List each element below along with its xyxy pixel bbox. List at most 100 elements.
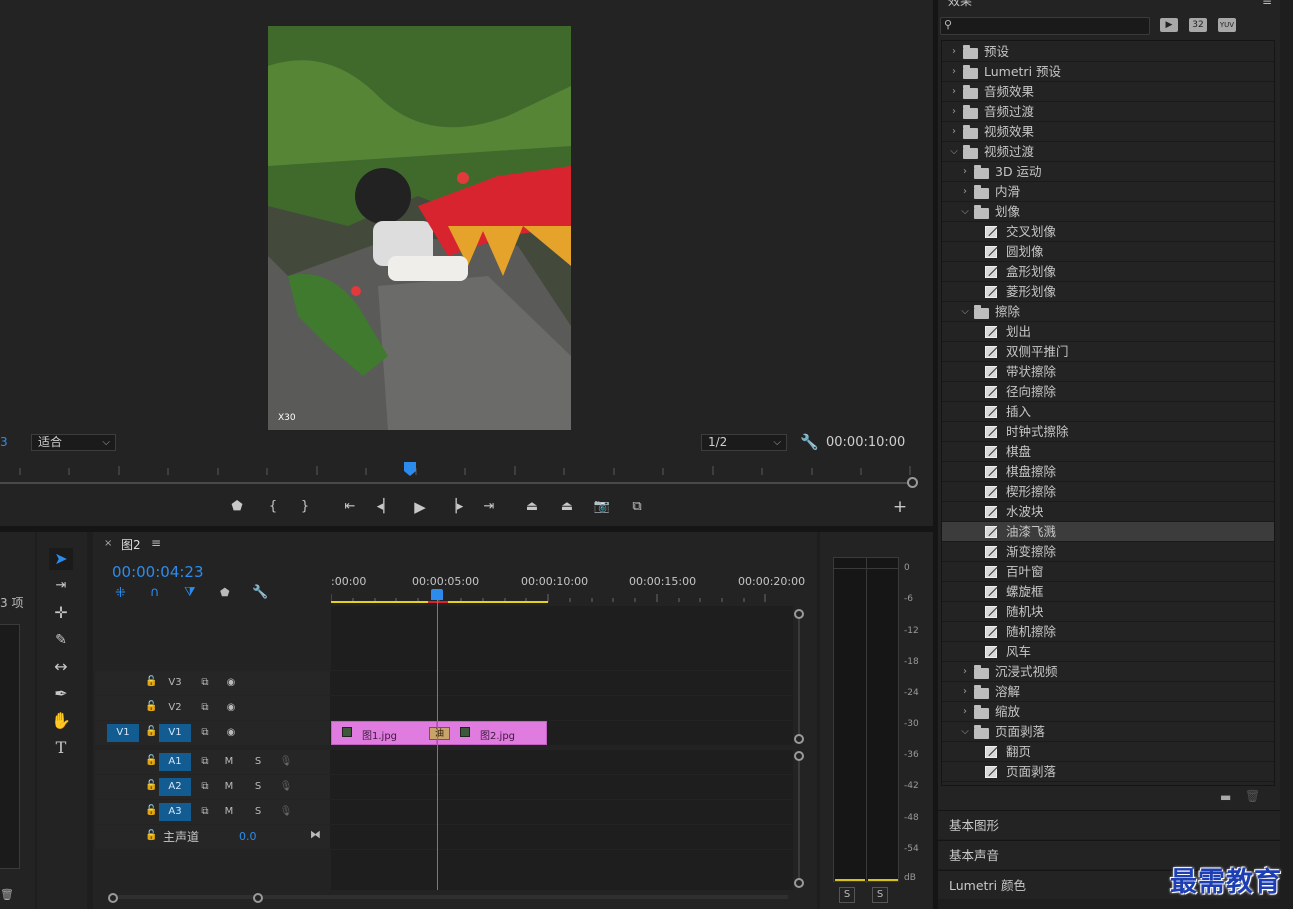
solo-right-button[interactable]: S — [872, 887, 888, 903]
effect-folder[interactable]: › 缩放 — [942, 702, 1274, 722]
step-forward-icon[interactable]: ▕▸ — [445, 497, 465, 517]
chevron-right-icon[interactable]: › — [960, 162, 970, 182]
wrench-settings-icon[interactable]: 🔧 — [800, 433, 819, 451]
lift-icon[interactable]: ⏏ — [522, 497, 542, 517]
lock-icon[interactable]: 🔓 — [145, 701, 157, 712]
source-patch-v1[interactable]: V1 — [107, 724, 139, 742]
slip-tool-icon[interactable]: ↔ — [49, 656, 73, 678]
sync-lock-icon[interactable]: ⧉ — [195, 674, 215, 692]
chevron-right-icon[interactable]: › — [949, 62, 959, 82]
scroll-handle-right[interactable] — [253, 893, 263, 903]
chevron-right-icon[interactable]: › — [960, 682, 970, 702]
razor-tool-icon[interactable]: ✎ — [49, 629, 73, 651]
panel-menu-icon[interactable]: ≡ — [1262, 0, 1272, 8]
monitor-scrub-bar[interactable] — [0, 482, 913, 484]
go-to-end-icon[interactable]: ⧓ — [310, 828, 321, 841]
sync-lock-icon[interactable]: ⧉ — [195, 724, 215, 742]
effect-item[interactable]: 百叶窗 — [942, 562, 1274, 582]
accelerated-effects-icon[interactable]: ▶ — [1160, 18, 1178, 32]
effect-item[interactable]: 随机擦除 — [942, 622, 1274, 642]
lock-icon[interactable]: 🔓 — [145, 830, 157, 841]
step-back-icon[interactable]: ◂▏ — [375, 497, 395, 517]
effect-folder[interactable]: › 视频效果 — [942, 122, 1274, 142]
solo-button[interactable]: S — [250, 803, 266, 821]
lock-icon[interactable]: 🔓 — [145, 676, 157, 687]
effect-folder[interactable]: › 溶解 — [942, 682, 1274, 702]
monitor-time-ruler[interactable] — [0, 462, 915, 482]
microphone-icon[interactable]: 🎙 — [278, 778, 294, 796]
effect-folder[interactable]: › 3D 运动 — [942, 162, 1274, 182]
chevron-right-icon[interactable]: › — [949, 82, 959, 102]
effect-folder[interactable]: ⌵ 擦除 — [942, 302, 1274, 322]
lock-icon[interactable]: 🔓 — [145, 726, 157, 737]
close-tab-icon[interactable]: × — [104, 538, 112, 549]
timeline-settings-wrench-icon[interactable]: 🔧 — [252, 585, 268, 600]
mute-button[interactable]: M — [221, 753, 237, 771]
effect-item[interactable]: 页面剥落 — [942, 762, 1274, 782]
track-target-v1[interactable]: V1 — [159, 724, 191, 742]
effect-folder[interactable]: › 沉浸式视频 — [942, 662, 1274, 682]
track-select-tool-icon[interactable]: ⇥ — [49, 575, 73, 597]
panel-menu-icon[interactable]: ≡ — [151, 536, 161, 550]
audio-track-empty-area[interactable] — [331, 850, 793, 890]
effect-folder[interactable]: › 内滑 — [942, 182, 1274, 202]
play-icon[interactable]: ▶ — [410, 497, 430, 517]
effects-panel-title[interactable]: 效果 — [948, 0, 972, 9]
eye-icon[interactable]: ◉ — [221, 674, 241, 692]
pen-tool-icon[interactable]: ✒ — [49, 683, 73, 705]
monitor-playhead[interactable] — [404, 462, 416, 476]
chevron-right-icon[interactable]: › — [960, 662, 970, 682]
effect-folder[interactable]: ⌵ 视频过渡 — [942, 142, 1274, 162]
32bit-effects-badge[interactable]: 32 — [1189, 18, 1207, 32]
track-label[interactable]: V2 — [159, 699, 191, 717]
effect-item[interactable]: 划出 — [942, 322, 1274, 342]
mute-button[interactable]: M — [221, 778, 237, 796]
eye-icon[interactable]: ◉ — [221, 724, 241, 742]
effect-item[interactable]: 带状擦除 — [942, 362, 1274, 382]
chevron-down-icon[interactable]: ⌵ — [960, 202, 970, 222]
effect-item[interactable]: 螺旋框 — [942, 582, 1274, 602]
effect-item[interactable]: 盒形划像 — [942, 262, 1274, 282]
video-zoom-handle[interactable] — [794, 609, 804, 619]
fit-zoom-select[interactable]: 适合 ⌵ — [31, 434, 116, 451]
track-content[interactable] — [330, 696, 793, 720]
effect-item[interactable]: 交叉划像 — [942, 222, 1274, 242]
solo-left-button[interactable]: S — [839, 887, 855, 903]
solo-button[interactable]: S — [250, 753, 266, 771]
new-bin-folder-icon[interactable]: ▬ — [1220, 790, 1231, 804]
effect-item[interactable]: 风车 — [942, 642, 1274, 662]
sequence-tab[interactable]: 图2 — [121, 536, 141, 553]
track-content[interactable] — [330, 775, 793, 799]
nest-toggle-icon[interactable]: ⁜ — [115, 586, 126, 601]
effect-item[interactable]: 插入 — [942, 402, 1274, 422]
track-target-a2[interactable]: A2 — [159, 778, 191, 796]
clip-image-2[interactable]: 图2.jpg — [437, 721, 547, 745]
clip-image-1[interactable]: 图1.jpg — [331, 721, 437, 745]
effect-item[interactable]: 随机块 — [942, 602, 1274, 622]
effect-item[interactable]: 翻页 — [942, 742, 1274, 762]
audio-zoom-handle[interactable] — [794, 878, 804, 888]
track-content[interactable] — [330, 825, 793, 849]
project-list-area[interactable] — [0, 624, 20, 869]
snap-magnet-icon[interactable]: ∩ — [150, 585, 160, 600]
effect-item[interactable]: 圆划像 — [942, 242, 1274, 262]
eye-icon[interactable]: ◉ — [221, 699, 241, 717]
ripple-edit-tool-icon[interactable]: ✛ — [49, 602, 73, 624]
add-marker-icon[interactable]: ⬟ — [227, 497, 247, 517]
microphone-icon[interactable]: 🎙 — [278, 753, 294, 771]
mute-button[interactable]: M — [221, 803, 237, 821]
export-frame-camera-icon[interactable]: 📷 — [592, 497, 612, 517]
microphone-icon[interactable]: 🎙 — [278, 803, 294, 821]
chevron-right-icon[interactable]: › — [949, 102, 959, 122]
selection-tool-icon[interactable]: ➤ — [49, 548, 73, 570]
effect-item[interactable]: 水波块 — [942, 502, 1274, 522]
chevron-right-icon[interactable]: › — [960, 702, 970, 722]
chevron-right-icon[interactable]: › — [949, 42, 959, 62]
zoom-scroll-handle[interactable] — [907, 477, 918, 488]
effect-item[interactable]: 径向擦除 — [942, 382, 1274, 402]
track-target-a3[interactable]: A3 — [159, 803, 191, 821]
go-to-out-icon[interactable]: ⇥ — [479, 497, 499, 517]
delete-trash-icon[interactable]: 🗑 — [1245, 789, 1260, 803]
compare-view-icon[interactable]: ⧉ — [627, 497, 647, 517]
track-content[interactable] — [330, 750, 793, 774]
